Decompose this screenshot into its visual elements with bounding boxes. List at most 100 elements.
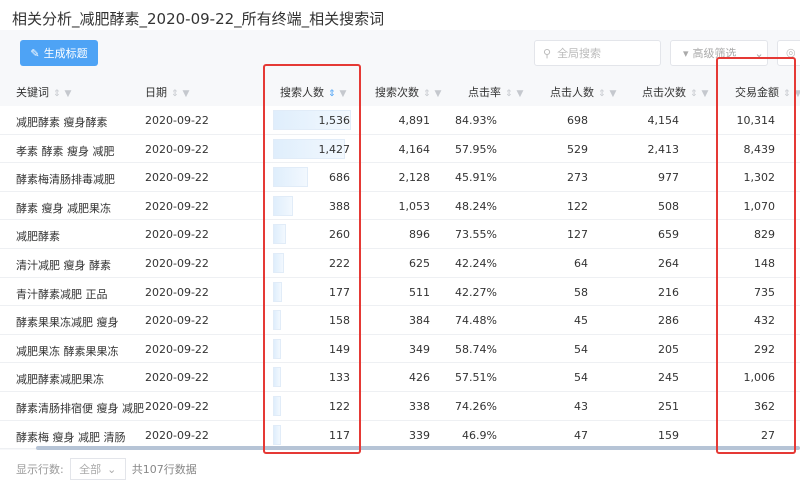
cell-amount: 362 <box>754 399 775 413</box>
search-users-bar <box>273 338 281 359</box>
cell-click-count: 216 <box>658 285 679 299</box>
sort-icon[interactable]: ⇕ <box>53 89 61 99</box>
sort-icon[interactable]: ⇕ <box>598 89 606 99</box>
cell-date: 2020-09-22 <box>145 342 209 356</box>
column-header[interactable]: 交易金额 ⇕ ▼ <box>735 84 800 100</box>
generate-title-button[interactable]: ✎ 生成标题 <box>20 40 98 66</box>
cell-search-count: 426 <box>409 371 430 385</box>
table-header: 关键词 ⇕ ▼ 日期 ⇕ ▼ 搜索人数 ⇕ ▼ 搜索次数 ⇕ ▼ 点击率 ⇕ ▼ 点击人数 ⇕ ▼ 点击次数 ⇕ ▼ 交易… <box>0 72 800 108</box>
table-row[interactable]: 清汁减肥 瘦身 酵素 2020-09-22 222 625 42.24% 64 264 148 <box>0 248 800 278</box>
cell-search-count: 384 <box>409 314 430 328</box>
table-row[interactable]: 酵素梅 瘦身 减肥 清肠 2020-09-22 117 339 46.9% 47 159 27 <box>0 420 800 450</box>
cell-search-users: 149 <box>329 342 350 356</box>
cell-keyword: 青汁酵素减肥 正品 <box>16 287 108 301</box>
search-users-bar <box>273 281 282 302</box>
column-header[interactable]: 关键词 ⇕ ▼ <box>16 84 71 100</box>
edit-icon: ✎ <box>30 46 40 60</box>
advanced-filter-button[interactable]: ▾ 高级筛选 ⌄ <box>670 40 768 66</box>
filter-icon[interactable]: ▼ <box>702 89 709 99</box>
search-users-bar <box>273 252 285 273</box>
column-header-label: 点击率 <box>468 86 501 99</box>
filter-icon[interactable]: ▼ <box>610 89 617 99</box>
column-header[interactable]: 点击人数 ⇕ ▼ <box>550 84 616 100</box>
chevron-down-icon: ⌄ <box>754 46 764 60</box>
search-users-bar <box>273 367 281 388</box>
filter-icon[interactable]: ▼ <box>65 89 72 99</box>
cell-keyword: 减肥酵素减肥果冻 <box>16 373 104 387</box>
cell-search-users: 1,536 <box>318 114 351 127</box>
search-users-bar <box>273 424 281 445</box>
filter-icon[interactable]: ▼ <box>183 89 190 99</box>
table-row[interactable]: 减肥酵素 2020-09-22 260 896 73.55% 127 659 829 <box>0 220 800 249</box>
filter-icon[interactable]: ▼ <box>517 89 524 99</box>
cell-click-users: 47 <box>574 428 588 442</box>
cell-click-users: 122 <box>567 199 588 213</box>
table-row[interactable]: 青汁酵素减肥 正品 2020-09-22 177 511 42.27% 58 216 735 <box>0 277 800 307</box>
cell-search-users: 117 <box>329 428 350 442</box>
table-row[interactable]: 孝素 酵素 瘦身 减肥 2020-09-22 1,427 4,164 57.95% 529… <box>0 134 800 164</box>
cell-amount: 1,006 <box>743 371 776 385</box>
table-row[interactable]: 酵素 瘦身 减肥果冻 2020-09-22 388 1,053 48.24% 122 508… <box>0 191 800 221</box>
cell-keyword: 酵素 瘦身 减肥果冻 <box>16 201 111 215</box>
cell-click-count: 977 <box>658 171 679 185</box>
cell-date: 2020-09-22 <box>145 371 209 385</box>
column-header[interactable]: 日期 ⇕ ▼ <box>145 84 189 100</box>
search-users-bar <box>273 224 287 245</box>
table-row[interactable]: 酵素梅清肠排毒减肥 2020-09-22 686 2,128 45.91% 273 977 1… <box>0 163 800 192</box>
cell-search-count: 625 <box>409 256 430 270</box>
sort-icon[interactable]: ⇕ <box>423 89 431 99</box>
table-row[interactable]: 减肥酵素 瘦身酵素 2020-09-22 1,536 4,891 84.93% 698 4,… <box>0 106 800 135</box>
column-header[interactable]: 点击次数 ⇕ ▼ <box>642 84 708 100</box>
rows-label: 显示行数: <box>16 463 64 476</box>
column-header-label: 交易金额 <box>735 86 779 99</box>
sort-icon[interactable]: ⇕ <box>783 89 791 99</box>
sort-icon[interactable]: ⇕ <box>505 89 513 99</box>
more-tools-button[interactable]: ◎ <box>777 40 800 66</box>
cell-click-count: 264 <box>658 256 679 270</box>
filter-icon[interactable]: ▼ <box>795 89 800 99</box>
cell-search-users: 260 <box>329 228 350 242</box>
filter-icon[interactable]: ▼ <box>435 89 442 99</box>
total-count: 共107行数据 <box>131 463 197 476</box>
cell-keyword: 酵素梅 瘦身 减肥 清肠 <box>16 430 126 444</box>
global-search-input[interactable]: ⚲ 全局搜索 <box>534 40 661 66</box>
generate-title-label: 生成标题 <box>43 47 88 60</box>
cell-click-count: 205 <box>658 342 679 356</box>
cell-click-users: 127 <box>567 228 588 242</box>
table-row[interactable]: 酵素清肠排宿便 瘦身 减肥 2020-09-22 122 338 74.26% 43 251… <box>0 391 800 421</box>
cell-search-users: 133 <box>329 371 350 385</box>
cell-click-rate: 46.9% <box>462 428 497 442</box>
cell-click-count: 245 <box>658 371 679 385</box>
cell-amount: 148 <box>754 256 775 270</box>
cell-date: 2020-09-22 <box>145 314 209 328</box>
cell-keyword: 清汁减肥 瘦身 酵素 <box>16 258 111 272</box>
cell-click-users: 64 <box>574 256 588 270</box>
horizontal-scrollbar[interactable] <box>36 446 800 450</box>
column-header-label: 点击人数 <box>550 86 594 99</box>
cell-amount: 292 <box>754 342 775 356</box>
cell-search-count: 511 <box>409 285 430 299</box>
table-row[interactable]: 减肥酵素减肥果冻 2020-09-22 133 426 57.51% 54 245 1,006 <box>0 363 800 392</box>
filter-icon[interactable]: ▼ <box>340 89 347 99</box>
table-row[interactable]: 减肥果冻 酵素果果冻 2020-09-22 149 349 58.74% 54 205 292 <box>0 334 800 364</box>
cell-search-users: 222 <box>329 256 350 270</box>
cell-keyword: 孝素 酵素 瘦身 减肥 <box>16 144 115 158</box>
filter-icon: ▾ <box>683 46 689 60</box>
cell-click-users: 58 <box>574 285 588 299</box>
cell-amount: 829 <box>754 228 775 242</box>
cell-search-count: 4,164 <box>398 142 431 156</box>
search-icon: ⚲ <box>543 46 552 60</box>
sort-icon[interactable]: ⇕ <box>690 89 698 99</box>
column-header[interactable]: 搜索次数 ⇕ ▼ <box>375 84 441 100</box>
cell-date: 2020-09-22 <box>145 256 209 270</box>
column-header[interactable]: 搜索人数 ⇕ ▼ <box>280 84 346 100</box>
table-row[interactable]: 酵素果果冻减肥 瘦身 2020-09-22 158 384 74.48% 45 286 432 <box>0 306 800 335</box>
sort-icon[interactable]: ⇕ <box>171 89 179 99</box>
search-placeholder: 全局搜索 <box>557 47 602 60</box>
cell-amount: 1,070 <box>743 199 776 213</box>
cell-date: 2020-09-22 <box>145 114 209 127</box>
sort-icon[interactable]: ⇕ <box>328 89 336 99</box>
cell-click-rate: 58.74% <box>455 342 497 356</box>
rows-per-page-select[interactable]: 全部 ⌄ <box>69 458 126 480</box>
column-header[interactable]: 点击率 ⇕ ▼ <box>468 84 523 100</box>
